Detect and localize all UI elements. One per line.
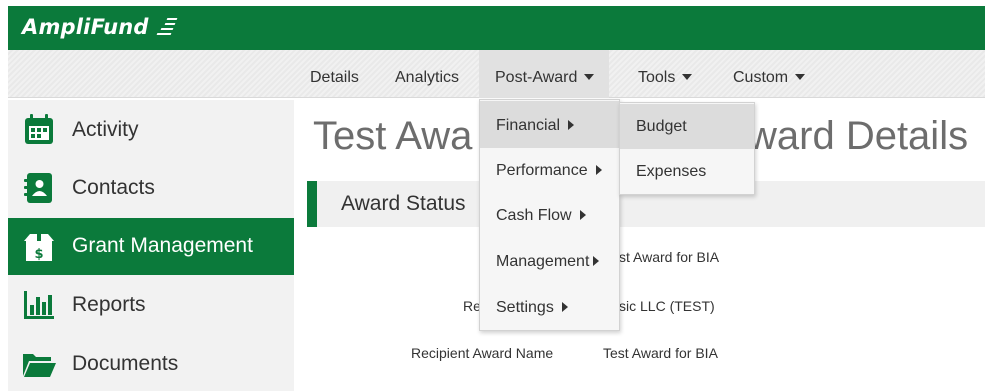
- menu-item-label: Settings: [496, 299, 554, 316]
- nav-post-award-label: Post-Award: [495, 69, 578, 86]
- sidebar-item-label: Contacts: [72, 176, 155, 199]
- menu-item-label: Expenses: [636, 163, 707, 180]
- folder-open-icon: [23, 354, 56, 377]
- nav-post-award[interactable]: Post-Award: [479, 50, 609, 98]
- chevron-down-icon: [584, 74, 595, 80]
- chevron-down-icon: [682, 74, 693, 80]
- menu-item-expenses[interactable]: Expenses: [620, 149, 754, 195]
- app-logo[interactable]: AmpliFund: [22, 15, 149, 39]
- contact-card-icon: [24, 173, 52, 203]
- menu-item-label: Financial: [496, 117, 561, 134]
- nav-custom[interactable]: Custom: [733, 50, 806, 98]
- nav-analytics[interactable]: Analytics: [395, 50, 459, 98]
- chevron-right-icon: [568, 120, 575, 130]
- nav-tools[interactable]: Tools: [638, 50, 693, 98]
- sidebar: Activity Contacts $ Grant Management Rep…: [8, 100, 294, 391]
- menu-item-settings[interactable]: Settings: [480, 285, 619, 331]
- svg-text:$: $: [34, 247, 43, 262]
- sidebar-item-label: Documents: [72, 352, 179, 375]
- sub-navigation: Details Analytics Post-Award Tools Custo…: [8, 50, 985, 98]
- menu-item-label: Cash Flow: [496, 207, 572, 224]
- menu-item-financial[interactable]: Financial: [480, 101, 619, 148]
- menu-item-performance[interactable]: Performance: [480, 148, 619, 193]
- money-box-icon: $: [24, 234, 54, 262]
- nav-tools-label: Tools: [638, 69, 676, 86]
- nav-details-label: Details: [310, 69, 359, 86]
- chevron-right-icon: [561, 302, 568, 312]
- page-title-continued: ward Details: [748, 114, 969, 158]
- sidebar-item-reports[interactable]: Reports: [8, 277, 294, 334]
- chevron-right-icon: [593, 256, 600, 266]
- sidebar-item-documents[interactable]: Documents: [8, 336, 294, 391]
- chevron-right-icon: [595, 165, 602, 175]
- sidebar-item-label: Activity: [72, 118, 139, 141]
- section-title: Award Status: [341, 192, 466, 215]
- menu-item-label: Management: [496, 253, 590, 270]
- sidebar-item-label: Grant Management: [72, 234, 253, 257]
- field-label-recipient-award-name: Recipient Award Name: [411, 345, 554, 361]
- menu-item-management[interactable]: Management: [480, 239, 619, 285]
- field-value-award-name: st Award for BIA: [619, 249, 720, 265]
- chevron-right-icon: [579, 210, 586, 220]
- logo-signal-icon: [156, 14, 179, 38]
- menu-item-label: Performance: [496, 162, 588, 179]
- financial-submenu: Budget Expenses: [619, 102, 755, 195]
- nav-analytics-label: Analytics: [395, 69, 460, 86]
- sidebar-item-grant-management[interactable]: $ Grant Management: [8, 218, 294, 275]
- chevron-down-icon: [795, 74, 806, 80]
- menu-item-budget[interactable]: Budget: [620, 104, 754, 149]
- calendar-icon: [25, 114, 53, 144]
- post-award-menu: Financial Performance Cash Flow Manageme…: [479, 99, 620, 331]
- field-value-recipient-award-name: Test Award for BIA: [603, 345, 718, 361]
- bar-chart-icon: [24, 291, 54, 319]
- page-title: Test Awa: [313, 114, 473, 158]
- field-value-recipient: sic LLC (TEST): [619, 298, 715, 314]
- sidebar-item-label: Reports: [72, 293, 146, 316]
- sidebar-item-activity[interactable]: Activity: [8, 102, 294, 159]
- nav-custom-label: Custom: [733, 69, 789, 86]
- menu-item-label: Budget: [636, 118, 687, 135]
- sidebar-item-contacts[interactable]: Contacts: [8, 160, 294, 217]
- menu-item-cash-flow[interactable]: Cash Flow: [480, 193, 619, 239]
- top-brand-bar: AmpliFund: [8, 6, 985, 50]
- nav-details[interactable]: Details: [310, 50, 359, 98]
